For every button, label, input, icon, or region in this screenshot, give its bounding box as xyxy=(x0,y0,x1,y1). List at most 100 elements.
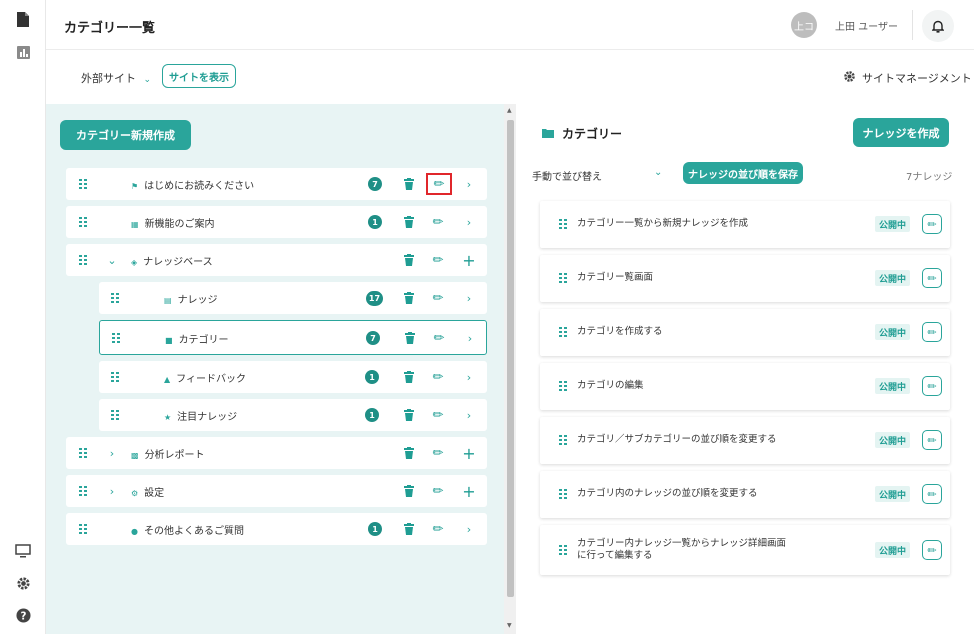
knowledge-title[interactable]: カテゴリを作成する xyxy=(577,326,827,338)
chart-icon[interactable] xyxy=(14,43,32,61)
knowledge-title[interactable]: カテゴリー内ナレッジ一覧からナレッジ詳細画面に行って編集する xyxy=(577,538,792,562)
scroll-down-arrow-icon[interactable]: ▼ xyxy=(507,622,512,629)
drag-handle-icon[interactable] xyxy=(559,545,567,555)
edit-pencil-icon[interactable]: ✏ xyxy=(922,322,942,342)
bell-icon[interactable] xyxy=(922,10,954,42)
chevron-right-icon[interactable]: › xyxy=(461,290,477,306)
site-management-link[interactable]: サイトマネージメント xyxy=(843,70,972,86)
trash-icon[interactable] xyxy=(401,214,417,230)
edit-pencil-icon[interactable]: ✏ xyxy=(430,252,446,268)
knowledge-card[interactable]: カテゴリー一覧から新規ナレッジを作成 公開中 ✏ xyxy=(540,201,950,248)
drag-handle-icon[interactable] xyxy=(112,333,120,343)
drag-handle-icon[interactable] xyxy=(111,372,119,382)
drag-handle-icon[interactable] xyxy=(79,486,87,496)
drag-handle-icon[interactable] xyxy=(79,524,87,534)
drag-handle-icon[interactable] xyxy=(559,435,567,445)
avatar[interactable]: 上コ xyxy=(791,12,817,38)
chevron-down-icon[interactable]: ⌄ xyxy=(104,252,120,268)
edit-pencil-icon[interactable]: ✏ xyxy=(922,484,942,504)
add-plus-icon[interactable]: + xyxy=(461,444,477,463)
knowledge-card[interactable]: カテゴリー覧画面 公開中 ✏ xyxy=(540,255,950,302)
knowledge-title[interactable]: カテゴリー覧画面 xyxy=(577,272,827,284)
category-row[interactable]: ▦ 新機能のご案内 1 ✏ › xyxy=(66,206,487,238)
add-plus-icon[interactable]: + xyxy=(461,251,477,270)
drag-handle-icon[interactable] xyxy=(559,219,567,229)
knowledge-card[interactable]: カテゴリ内のナレッジの並び順を変更する 公開中 ✏ xyxy=(540,471,950,518)
trash-icon[interactable] xyxy=(401,521,417,537)
create-category-button[interactable]: カテゴリー新規作成 xyxy=(60,120,191,150)
drag-handle-icon[interactable] xyxy=(111,293,119,303)
knowledge-card[interactable]: カテゴリを作成する 公開中 ✏ xyxy=(540,309,950,356)
category-row[interactable]: › ⚙ 設定 ✏ + xyxy=(66,475,487,507)
chevron-right-icon[interactable]: › xyxy=(461,176,477,192)
knowledge-title[interactable]: カテゴリ／サブカテゴリーの並び順を変更する xyxy=(577,434,827,446)
trash-icon[interactable] xyxy=(401,407,417,423)
vertical-scrollbar[interactable]: ▲ ▼ xyxy=(504,104,516,634)
edit-pencil-icon[interactable]: ✏ xyxy=(430,483,446,499)
edit-pencil-icon[interactable]: ✏ xyxy=(922,268,942,288)
knowledge-card[interactable]: カテゴリー内ナレッジ一覧からナレッジ詳細画面に行って編集する 公開中 ✏ xyxy=(540,525,950,575)
scroll-up-arrow-icon[interactable]: ▲ xyxy=(507,107,512,114)
chevron-right-icon[interactable]: › xyxy=(461,369,477,385)
edit-pencil-icon[interactable]: ✏ xyxy=(426,173,452,195)
view-site-button[interactable]: サイトを表示 xyxy=(162,64,236,88)
drag-handle-icon[interactable] xyxy=(79,448,87,458)
chevron-right-icon[interactable]: › xyxy=(461,407,477,423)
scrollbar-thumb[interactable] xyxy=(507,120,514,597)
gear-icon[interactable] xyxy=(14,574,32,592)
chevron-right-icon[interactable]: › xyxy=(461,214,477,230)
edit-pencil-icon[interactable]: ✏ xyxy=(430,445,446,461)
trash-icon[interactable] xyxy=(401,290,417,306)
chevron-down-icon[interactable]: ⌄ xyxy=(654,167,662,178)
trash-icon[interactable] xyxy=(401,176,417,192)
drag-handle-icon[interactable] xyxy=(79,179,87,189)
drag-handle-icon[interactable] xyxy=(559,273,567,283)
help-icon[interactable]: ? xyxy=(14,606,32,624)
drag-handle-icon[interactable] xyxy=(79,255,87,265)
category-row[interactable]: ● その他よくあるご質問 1 ✏ › xyxy=(66,513,487,545)
chevron-right-icon[interactable]: › xyxy=(461,521,477,537)
drag-handle-icon[interactable] xyxy=(559,489,567,499)
monitor-icon[interactable] xyxy=(14,542,32,560)
drag-handle-icon[interactable] xyxy=(559,327,567,337)
save-order-button[interactable]: ナレッジの並び順を保存 xyxy=(683,162,803,184)
chevron-right-icon[interactable]: › xyxy=(462,330,478,346)
external-site-dropdown[interactable]: 外部サイト ⌄ xyxy=(81,70,151,86)
edit-pencil-icon[interactable]: ✏ xyxy=(430,521,446,537)
trash-icon[interactable] xyxy=(401,369,417,385)
knowledge-title[interactable]: カテゴリ内のナレッジの並び順を変更する xyxy=(577,488,827,500)
edit-pencil-icon[interactable]: ✏ xyxy=(430,407,446,423)
trash-icon[interactable] xyxy=(401,252,417,268)
trash-icon[interactable] xyxy=(401,483,417,499)
trash-icon[interactable] xyxy=(401,445,417,461)
trash-icon[interactable] xyxy=(402,330,418,346)
category-row[interactable]: ⌄ ◈ ナレッジベース ✏ + xyxy=(66,244,487,276)
user-name[interactable]: 上田 ユーザー xyxy=(835,18,898,33)
edit-pencil-icon[interactable]: ✏ xyxy=(430,214,446,230)
sort-mode-dropdown[interactable]: 手動で並び替え xyxy=(532,168,602,183)
category-row[interactable]: ⚑ はじめにお読みください 7 ✏ › xyxy=(66,168,487,200)
edit-pencil-icon[interactable]: ✏ xyxy=(922,430,942,450)
knowledge-title[interactable]: カテゴリの編集 xyxy=(577,380,827,392)
category-row[interactable]: ▤ ナレッジ 17 ✏ › xyxy=(99,282,487,314)
add-plus-icon[interactable]: + xyxy=(461,482,477,501)
edit-pencil-icon[interactable]: ✏ xyxy=(430,290,446,306)
edit-pencil-icon[interactable]: ✏ xyxy=(430,369,446,385)
knowledge-card[interactable]: カテゴリの編集 公開中 ✏ xyxy=(540,363,950,410)
drag-handle-icon[interactable] xyxy=(79,217,87,227)
knowledge-card[interactable]: カテゴリ／サブカテゴリーの並び順を変更する 公開中 ✏ xyxy=(540,417,950,464)
category-row-selected[interactable]: ■ カテゴリー 7 ✏ › xyxy=(99,320,487,355)
chevron-right-icon[interactable]: › xyxy=(104,483,120,499)
category-row[interactable]: › ▩ 分析レポート ✏ + xyxy=(66,437,487,469)
chevron-right-icon[interactable]: › xyxy=(104,445,120,461)
create-knowledge-button[interactable]: ナレッジを作成 xyxy=(853,118,949,147)
edit-pencil-icon[interactable]: ✏ xyxy=(431,330,447,346)
category-row[interactable]: ★ 注目ナレッジ 1 ✏ › xyxy=(99,399,487,431)
edit-pencil-icon[interactable]: ✏ xyxy=(922,540,942,560)
knowledge-title[interactable]: カテゴリー一覧から新規ナレッジを作成 xyxy=(577,218,827,230)
edit-pencil-icon[interactable]: ✏ xyxy=(922,214,942,234)
edit-pencil-icon[interactable]: ✏ xyxy=(922,376,942,396)
document-icon[interactable] xyxy=(14,10,32,28)
drag-handle-icon[interactable] xyxy=(559,381,567,391)
category-row[interactable]: ▲ フィードバック 1 ✏ › xyxy=(99,361,487,393)
